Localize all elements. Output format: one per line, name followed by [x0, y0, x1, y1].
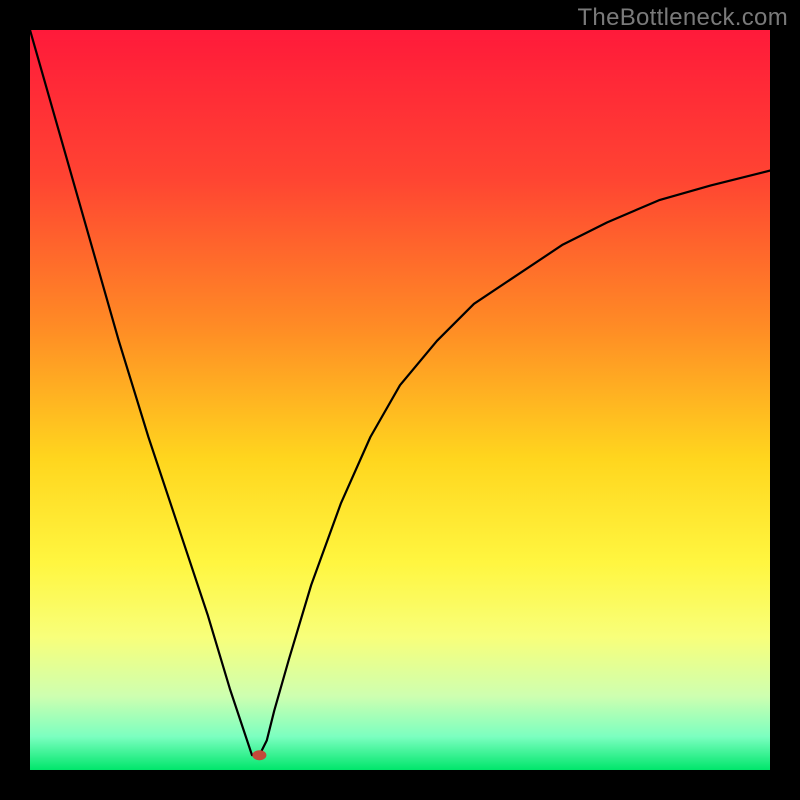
gradient-background: [30, 30, 770, 770]
chart-frame: TheBottleneck.com: [0, 0, 800, 800]
plot-area: [30, 30, 770, 770]
optimum-marker: [252, 750, 266, 760]
chart-svg: [30, 30, 770, 770]
watermark-text: TheBottleneck.com: [577, 4, 788, 32]
